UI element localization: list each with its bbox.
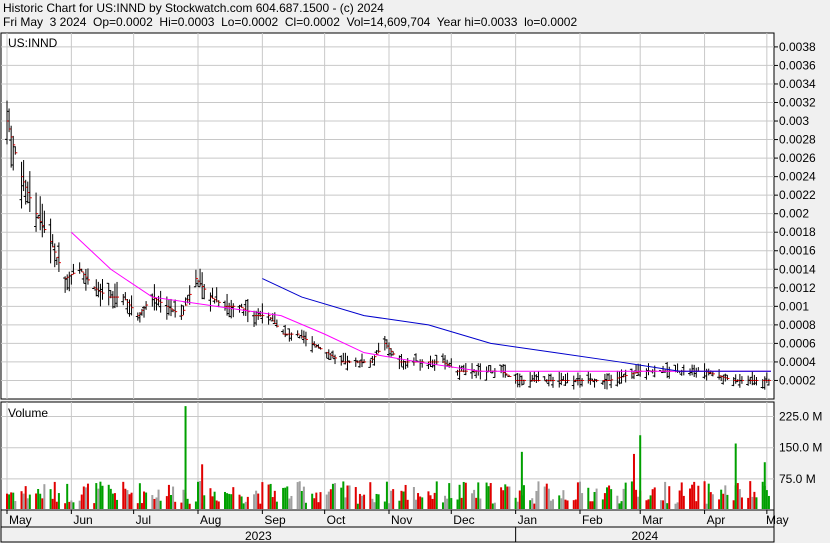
symbol-label: US:INND (8, 36, 58, 50)
volume-tick-label: 150.0 M (779, 441, 822, 455)
month-label: Jul (136, 513, 151, 527)
price-tick-label: 0.0032 (779, 95, 816, 109)
month-label: Dec (453, 513, 474, 527)
volume-tick-label: 225.0 M (779, 410, 822, 424)
price-tick-label: 0.0002 (779, 373, 816, 387)
volume-label: Volume (8, 406, 48, 420)
month-label: May (9, 513, 32, 527)
month-label: Sep (264, 513, 286, 527)
price-tick-label: 0.002 (779, 207, 809, 221)
year-label: 2023 (245, 529, 272, 543)
price-tick-label: 0.0036 (779, 58, 816, 72)
volume-tick-label: 75.0 M (779, 472, 816, 486)
month-label: Nov (391, 513, 412, 527)
price-tick-label: 0.0012 (779, 281, 816, 295)
month-label: Feb (582, 513, 603, 527)
date-axis: May Jun Jul Aug Sep Oct Nov Dec Jan Feb Mar Apr May 2… (0, 509, 789, 543)
price-axis: 0.0038 0.0036 0.0034 0.0032 0.003 0.0028 0.002… (774, 40, 816, 387)
price-tick-label: 0.0038 (779, 40, 816, 54)
month-label: Jan (518, 513, 537, 527)
month-label: Mar (642, 513, 663, 527)
price-tick-label: 0.0014 (779, 262, 816, 276)
price-panel (0, 32, 775, 400)
month-label: Oct (327, 513, 346, 527)
month-label: May (766, 513, 789, 527)
price-tick-label: 0.0008 (779, 318, 816, 332)
price-tick-label: 0.0004 (779, 355, 816, 369)
price-tick-label: 0.0022 (779, 188, 816, 202)
year-label: 2024 (631, 529, 658, 543)
price-tick-label: 0.0026 (779, 151, 816, 165)
month-label: Aug (200, 513, 221, 527)
month-label: Apr (707, 513, 726, 527)
price-tick-label: 0.003 (779, 114, 809, 128)
price-tick-label: 0.0024 (779, 170, 816, 184)
volume-axis: 225.0 M 150.0 M 75.0 M (779, 410, 822, 486)
historic-chart: 0.0038 0.0036 0.0034 0.0032 0.003 0.0028 0.002… (0, 32, 822, 543)
price-tick-label: 0.0016 (779, 244, 816, 258)
price-tick-label: 0.0006 (779, 336, 816, 350)
price-tick-label: 0.001 (779, 299, 809, 313)
price-tick-label: 0.0018 (779, 225, 816, 239)
price-tick-label: 0.0034 (779, 77, 816, 91)
price-tick-label: 0.0028 (779, 133, 816, 147)
month-label: Jun (73, 513, 92, 527)
